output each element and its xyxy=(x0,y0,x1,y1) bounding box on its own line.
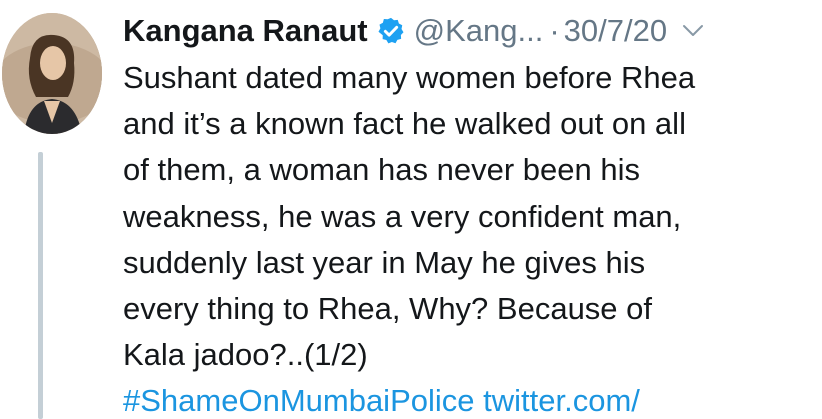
author-name[interactable]: Kangana Ranaut xyxy=(123,13,368,49)
separator-dot: · xyxy=(549,13,560,48)
author-handle[interactable]: @Kang... xyxy=(414,13,544,49)
tweet-date[interactable]: 30/7/20 xyxy=(564,13,667,49)
hashtag-link[interactable]: #ShameOnMumbaiPolice xyxy=(123,383,475,418)
chevron-down-icon[interactable] xyxy=(681,21,705,41)
url-link[interactable]: twitter.com/ xyxy=(483,383,640,418)
tweet-header: Kangana Ranaut @Kang... · 30/7/20 xyxy=(123,10,705,52)
avatar[interactable] xyxy=(2,13,102,134)
thread-line xyxy=(38,152,43,419)
tweet-links: #ShameOnMumbaiPolice twitter.com/ xyxy=(123,378,640,419)
avatar-photo xyxy=(2,13,102,134)
verified-badge-icon xyxy=(376,16,406,46)
tweet[interactable]: Kangana Ranaut @Kang... · 30/7/20 Sushan… xyxy=(0,0,822,419)
tweet-text: Sushant dated many women before Rhea and… xyxy=(123,60,696,373)
